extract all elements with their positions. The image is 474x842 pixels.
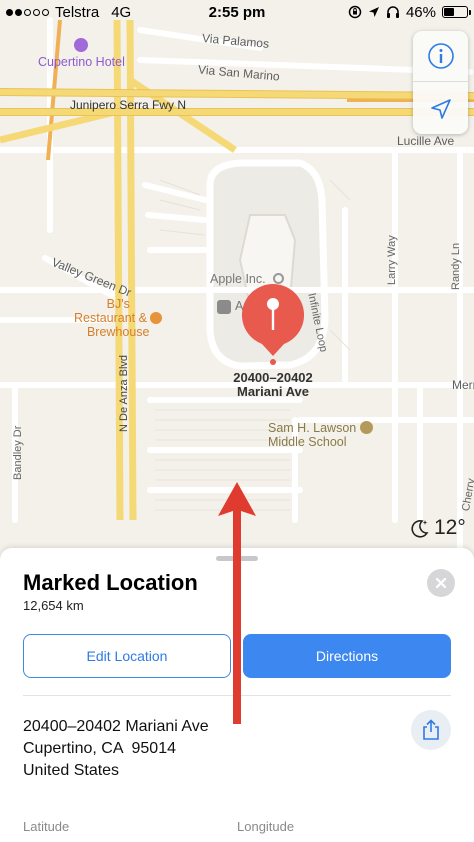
info-icon bbox=[427, 43, 454, 69]
share-icon bbox=[423, 719, 439, 740]
longitude-label: Longitude bbox=[237, 819, 295, 834]
share-button[interactable] bbox=[411, 710, 451, 750]
pin-address-label: 20400–20402 Mariani Ave bbox=[233, 370, 313, 399]
battery-icon bbox=[442, 6, 471, 18]
poi-bjs-restaurant[interactable]: BJ's Restaurant & Brewhouse bbox=[74, 297, 163, 339]
marked-location-pin[interactable] bbox=[240, 282, 306, 366]
annotation-arrow bbox=[218, 482, 256, 724]
school-icon bbox=[359, 421, 373, 434]
weather-temperature: 12° bbox=[434, 516, 466, 539]
address-line-street: 20400–20402 Mariani Ave bbox=[23, 718, 209, 735]
apple-store-icon[interactable] bbox=[217, 300, 231, 314]
street-label-larry-way: Larry Way bbox=[386, 235, 398, 285]
map-info-button[interactable] bbox=[413, 31, 468, 82]
current-location-button[interactable] bbox=[413, 83, 468, 134]
rotation-lock-icon bbox=[348, 5, 362, 19]
network-type: 4G bbox=[111, 3, 132, 21]
street-label-de-anza: N De Anza Blvd bbox=[118, 354, 130, 432]
map-controls bbox=[413, 31, 468, 134]
street-label-randy-ln: Randy Ln bbox=[450, 242, 462, 290]
weather-indicator: 12° bbox=[408, 516, 466, 540]
signal-strength-icon bbox=[6, 8, 49, 16]
address-line-city: Cupertino, CA 95014 bbox=[23, 740, 176, 757]
street-label-bandley: Bandley Dr bbox=[12, 425, 24, 480]
status-bar: Telstra 4G 2:55 pm 46% bbox=[0, 0, 474, 24]
street-label-lucille: Lucille Ave bbox=[397, 134, 455, 148]
close-button[interactable] bbox=[427, 569, 455, 597]
location-arrow-icon bbox=[430, 98, 451, 119]
address-block: 20400–20402 Mariani Ave Cupertino, CA 95… bbox=[23, 716, 209, 782]
location-distance: 12,654 km bbox=[23, 598, 84, 613]
moon-star-icon bbox=[411, 520, 429, 538]
location-services-icon bbox=[368, 7, 379, 17]
directions-button[interactable]: Directions bbox=[243, 634, 451, 678]
close-icon bbox=[435, 577, 447, 589]
poi-lawson-school[interactable]: Sam H. Lawson Middle School bbox=[268, 421, 373, 449]
restaurant-icon bbox=[150, 312, 163, 324]
address-line-country: United States bbox=[23, 762, 120, 779]
latitude-label: Latitude bbox=[23, 819, 70, 834]
headphones-icon bbox=[386, 6, 399, 18]
street-label-junipero: Junipero Serra Fwy N bbox=[70, 98, 187, 112]
edit-location-button[interactable]: Edit Location bbox=[23, 634, 231, 678]
hotel-icon bbox=[74, 38, 88, 52]
battery-percent: 46% bbox=[405, 3, 436, 21]
sheet-title: Marked Location bbox=[23, 570, 198, 595]
map-view[interactable]: Cupertino Hotel Via Palamos Via San Mari… bbox=[0, 0, 474, 560]
poi-cupertino-hotel[interactable]: Cupertino Hotel bbox=[38, 38, 125, 69]
carrier-name: Telstra bbox=[55, 3, 100, 21]
street-label-merri: Merri bbox=[452, 378, 474, 392]
